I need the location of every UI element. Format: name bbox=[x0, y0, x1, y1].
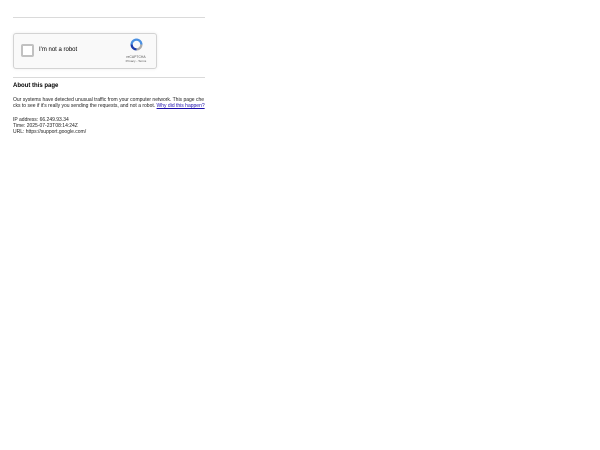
section-divider bbox=[13, 77, 205, 78]
recaptcha-branding: reCAPTCHA Privacy - Terms bbox=[120, 37, 152, 63]
why-did-this-happen-link[interactable]: Why did this happen? bbox=[157, 103, 205, 109]
top-divider bbox=[13, 17, 205, 18]
url-line: URL: https://support.google.com/ bbox=[13, 129, 87, 135]
recaptcha-logo-icon bbox=[130, 38, 142, 51]
terms-link[interactable]: Terms bbox=[138, 59, 146, 63]
unusual-traffic-message: Our systems have detected unusual traffi… bbox=[13, 97, 205, 109]
about-heading: About this page bbox=[13, 83, 59, 89]
recaptcha-legal-links: Privacy - Terms bbox=[120, 59, 152, 63]
page-content: I'm not a robot reCAPTCHA Privacy - Term… bbox=[13, 0, 205, 135]
request-details: IP address: 66.249.93.34 Time: 2025-07-2… bbox=[13, 117, 205, 135]
privacy-link[interactable]: Privacy bbox=[126, 59, 136, 63]
not-a-robot-label[interactable]: I'm not a robot bbox=[39, 47, 77, 53]
not-a-robot-checkbox[interactable] bbox=[21, 44, 34, 57]
recaptcha-widget: I'm not a robot reCAPTCHA Privacy - Term… bbox=[13, 33, 157, 69]
